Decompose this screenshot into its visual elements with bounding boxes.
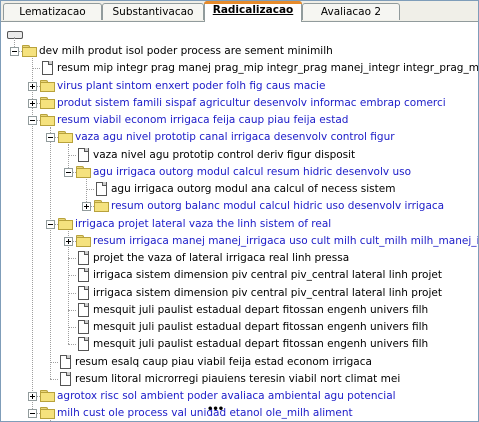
tree-node-label[interactable]: resum mip integr prag manej prag_mip int… xyxy=(57,61,478,75)
tree-node[interactable]: irrigaca sistem dimension piv central pi… xyxy=(1,285,478,302)
tree-node-label[interactable]: agrotox risc sol ambient poder avaliaca … xyxy=(57,389,396,403)
tree-view-window: Lematizacao Substantivacao Radicalizacao… xyxy=(0,0,479,422)
tab-avaliacao-2[interactable]: Avaliacao 2 xyxy=(302,3,400,20)
tree-node[interactable]: milh cust ole process val unidad etanol … xyxy=(1,405,478,421)
tree-node[interactable]: vaza nivel agu prototip control deriv fi… xyxy=(1,147,478,164)
tree-node[interactable]: agrotox risc sol ambient poder avaliaca … xyxy=(1,388,478,405)
tree-node-label[interactable]: vaza agu nivel prototip canal irrigaca d… xyxy=(75,130,395,144)
tree-node[interactable]: agu irrigaca outorg modul ana calcul of … xyxy=(1,181,478,198)
tab-substantivacao[interactable]: Substantivacao xyxy=(102,3,204,20)
tree-node[interactable]: mesquit juli paulist estadual depart fit… xyxy=(1,336,478,353)
expand-icon[interactable] xyxy=(28,81,37,91)
tree-node[interactable]: produt sistem famili sispaf agricultur d… xyxy=(1,95,478,112)
tab-label: Substantivacao xyxy=(112,6,194,18)
tree-node-label[interactable]: irrigaca sistem dimension piv central pi… xyxy=(93,286,442,300)
tree-node[interactable]: mesquit juli paulist estadual depart fit… xyxy=(1,319,478,336)
expand-icon[interactable] xyxy=(28,98,37,108)
tab-radicalizacao[interactable]: Radicalizacao xyxy=(204,1,302,22)
tree-node-label[interactable]: agu irrigaca outorg modul calcul resum h… xyxy=(93,165,411,179)
tree-node-label[interactable]: resum irrigaca manej manej_irrigaca uso … xyxy=(93,234,478,248)
tree-node-label[interactable]: resum outorg balanc modul calcul hidric … xyxy=(111,199,444,213)
document-icon xyxy=(78,147,89,162)
tree-view[interactable]: dev milh produt isol poder process are s… xyxy=(1,25,478,421)
folder-icon xyxy=(40,390,55,402)
tree-node[interactable]: virus plant sintom enxert poder folh fig… xyxy=(1,78,478,95)
tree-node-label[interactable]: produt sistem famili sispaf agricultur d… xyxy=(57,96,446,110)
collapse-icon[interactable] xyxy=(64,167,73,177)
tab-bar: Lematizacao Substantivacao Radicalizacao… xyxy=(1,1,478,22)
tab-label: Lematizacao xyxy=(19,6,86,18)
tree-node[interactable]: resum viabil econom irrigaca feija caup … xyxy=(1,112,478,129)
tree-node-label[interactable]: mesquit juli paulist estadual depart fit… xyxy=(93,320,428,334)
collapse-icon[interactable] xyxy=(28,409,37,419)
document-icon xyxy=(42,61,53,76)
document-icon xyxy=(60,354,71,369)
folder-icon xyxy=(76,165,91,178)
collapse-icon[interactable] xyxy=(10,47,19,56)
tree-node-label[interactable]: milh cust ole process val unidad etanol … xyxy=(57,406,353,420)
tree-node[interactable]: dev milh produt isol poder process are s… xyxy=(1,43,478,60)
expand-icon[interactable] xyxy=(64,236,73,246)
tree-node-label[interactable]: irrigaca sistem dimension piv central pi… xyxy=(93,268,442,282)
tree-node[interactable]: resum outorg balanc modul calcul hidric … xyxy=(1,198,478,215)
tree-node-label[interactable]: irrigaca projet lateral vaza the linh si… xyxy=(75,217,331,231)
tree-node[interactable]: projet the vaza of lateral irrigaca real… xyxy=(1,250,478,267)
tab-label: Avaliacao 2 xyxy=(320,6,382,18)
folder-icon xyxy=(40,407,55,420)
folder-icon xyxy=(58,217,73,230)
tree-node-label[interactable]: dev milh produt isol poder process are s… xyxy=(39,44,333,58)
collapse-icon[interactable] xyxy=(46,133,55,143)
folder-icon xyxy=(22,45,37,57)
tree-node[interactable]: resum litoral microrregi piauiens teresi… xyxy=(1,371,478,388)
tree-node-label[interactable]: resum viabil econom irrigaca feija caup … xyxy=(57,113,348,127)
tree-node[interactable]: resum mip integr prag manej prag_mip int… xyxy=(1,60,478,77)
folder-icon xyxy=(40,79,55,92)
tree-node-label[interactable]: mesquit juli paulist estadual depart fit… xyxy=(93,303,428,317)
document-icon xyxy=(78,302,89,317)
drive-icon[interactable] xyxy=(7,31,23,39)
document-icon xyxy=(78,268,89,283)
expand-icon[interactable] xyxy=(82,202,91,212)
tree-node[interactable]: agu irrigaca outorg modul calcul resum h… xyxy=(1,164,478,181)
document-icon xyxy=(78,320,89,334)
document-icon xyxy=(96,182,107,196)
document-icon xyxy=(60,371,71,386)
tree-node[interactable]: irrigaca projet lateral vaza the linh si… xyxy=(1,216,478,233)
tree-node-label[interactable]: virus plant sintom enxert poder folh fig… xyxy=(57,79,325,93)
tree-node-label[interactable]: resum litoral microrregi piauiens teresi… xyxy=(75,372,400,386)
tree-node-label[interactable]: mesquit juli paulist estadual depart fit… xyxy=(93,337,428,351)
tree-node[interactable]: resum esalq caup piau viabil feija estad… xyxy=(1,354,478,371)
collapse-icon[interactable] xyxy=(46,219,55,229)
tab-lematizacao[interactable]: Lematizacao xyxy=(3,3,102,20)
tab-label: Radicalizacao xyxy=(212,4,294,16)
tree-node[interactable]: resum irrigaca manej manej_irrigaca uso … xyxy=(1,233,478,250)
tree-node[interactable]: vaza agu nivel prototip canal irrigaca d… xyxy=(1,129,478,146)
tree-node-label[interactable]: resum esalq caup piau viabil feija estad… xyxy=(75,355,372,369)
folder-icon xyxy=(76,234,91,247)
tree-node-label[interactable]: projet the vaza of lateral irrigaca real… xyxy=(93,251,349,265)
tree-node-label[interactable]: agu irrigaca outorg modul ana calcul of … xyxy=(111,182,395,196)
folder-icon xyxy=(58,131,73,144)
tree-node[interactable]: mesquit juli paulist estadual depart fit… xyxy=(1,302,478,319)
expand-icon[interactable] xyxy=(28,392,37,401)
folder-icon xyxy=(40,96,55,109)
tree-node-label[interactable]: vaza nivel agu prototip control deriv fi… xyxy=(93,148,355,162)
folder-icon xyxy=(40,114,55,126)
document-icon xyxy=(78,251,89,265)
more-indicator-icon: ••• xyxy=(207,404,224,415)
tree-node[interactable]: irrigaca sistem dimension piv central pi… xyxy=(1,267,478,284)
document-icon xyxy=(78,337,89,352)
collapse-icon[interactable] xyxy=(28,116,37,125)
document-icon xyxy=(78,285,89,300)
folder-icon xyxy=(94,200,109,213)
